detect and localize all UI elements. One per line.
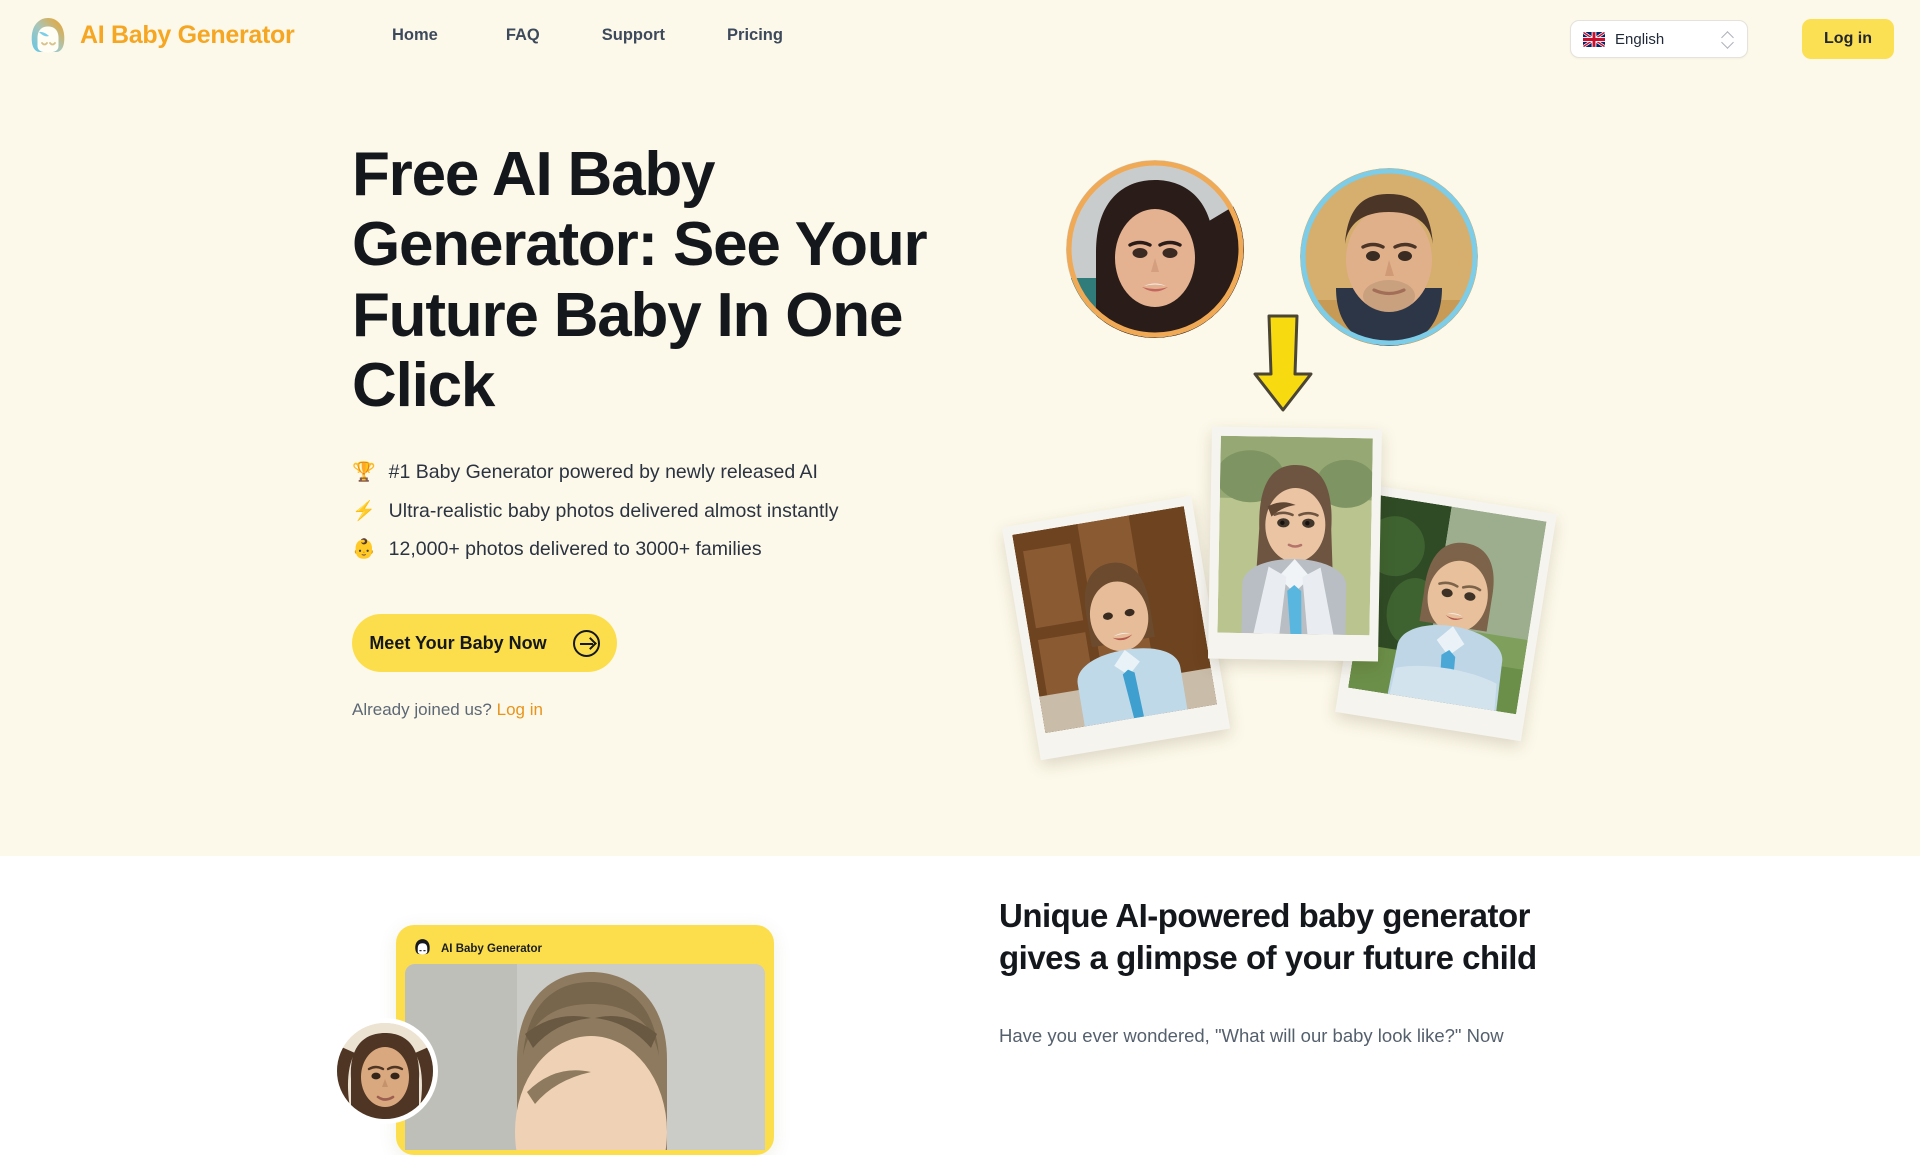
nav-link-faq[interactable]: FAQ [506, 26, 540, 45]
app-card-baby-photo [405, 964, 765, 1150]
brand-name: AI Baby Generator [80, 20, 295, 49]
baby-face-icon [413, 938, 432, 961]
cta-label: Meet Your Baby Now [369, 632, 547, 653]
page-title: Free AI Baby Generator: See Your Future … [352, 140, 928, 421]
mother-photo [1066, 160, 1244, 338]
feature-text: 12,000+ photos delivered to 3000+ famili… [388, 537, 762, 560]
list-item: ⚡ Ultra-realistic baby photos delivered … [352, 496, 972, 526]
primary-nav: Home FAQ Support Pricing [392, 26, 783, 45]
section2-title: Unique AI-powered baby generator gives a… [999, 897, 1537, 976]
baby-photo-collage [1001, 418, 1557, 768]
arrow-right-circle-icon [572, 629, 600, 657]
already-joined-row: Already joined us? Log in [352, 700, 972, 720]
trophy-icon: 🏆 [352, 462, 376, 484]
app-card-title: AI Baby Generator [441, 943, 542, 955]
nav-link-support[interactable]: Support [602, 26, 665, 45]
baby-icon: 👶 [352, 538, 376, 560]
login-button[interactable]: Log in [1802, 19, 1894, 59]
hero-feature-list: 🏆 #1 Baby Generator powered by newly rel… [352, 457, 972, 564]
brand-logo-link[interactable]: AI Baby Generator [26, 13, 295, 57]
language-value: English [1615, 30, 1665, 48]
language-selector[interactable]: English [1570, 20, 1748, 58]
feature-text: Ultra-realistic baby photos delivered al… [388, 499, 839, 522]
baby-face-logo-icon [26, 13, 70, 57]
avatar [332, 1018, 438, 1124]
app-preview-card: AI Baby Generator [396, 925, 774, 1155]
list-item: 👶 12,000+ photos delivered to 3000+ fami… [352, 534, 972, 564]
hero-copy: Free AI Baby Generator: See Your Future … [352, 140, 972, 720]
uk-flag-icon [1583, 31, 1605, 47]
already-joined-label: Already joined us? [352, 700, 492, 720]
nav-link-home[interactable]: Home [392, 26, 438, 45]
baby-polaroid-left [1001, 495, 1231, 761]
feature-text: #1 Baby Generator powered by newly relea… [388, 461, 818, 484]
baby-polaroid-center [1207, 426, 1383, 662]
secondary-background-band [0, 856, 1920, 1080]
hero-login-link[interactable]: Log in [497, 700, 543, 719]
lightning-icon: ⚡ [352, 500, 376, 522]
list-item: 🏆 #1 Baby Generator powered by newly rel… [352, 457, 972, 487]
section2-paragraph: Have you ever wondered, "What will our b… [999, 1024, 1504, 1046]
site-header: AI Baby Generator Home FAQ Support Prici… [0, 0, 1920, 78]
section2-copy: Unique AI-powered baby generator gives a… [999, 895, 1599, 1051]
father-photo [1300, 168, 1478, 346]
app-card-header: AI Baby Generator [405, 934, 765, 964]
arrow-down-icon [1249, 312, 1317, 414]
nav-link-pricing[interactable]: Pricing [727, 26, 783, 45]
chevron-updown-icon[interactable] [1721, 29, 1735, 49]
meet-your-baby-button[interactable]: Meet Your Baby Now [352, 614, 617, 673]
